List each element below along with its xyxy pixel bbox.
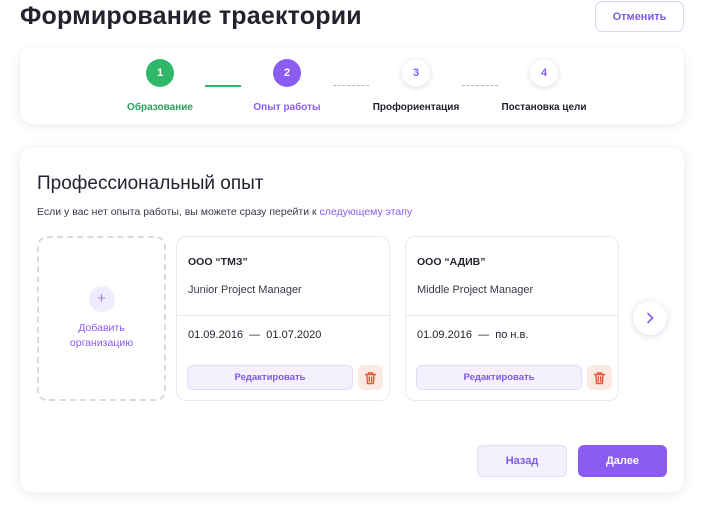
divider xyxy=(177,315,389,316)
section-title: Профессиональный опыт xyxy=(37,173,264,194)
trash-icon xyxy=(364,371,377,384)
next-step-link[interactable]: следующему этапу xyxy=(320,206,413,218)
carousel-next-button[interactable] xyxy=(633,301,667,335)
step-work-experience[interactable]: 2 Опыт работы xyxy=(222,59,352,113)
progress-stepper: 1 Образование 2 Опыт работы 3 Профориент… xyxy=(20,48,684,124)
back-button[interactable]: Назад xyxy=(477,445,567,477)
experience-card: Профессиональный опыт Если у вас нет опы… xyxy=(20,148,684,492)
organization-card: ООО “ТМЗ” Junior Project Manager 01.09.2… xyxy=(176,236,390,401)
delete-button[interactable] xyxy=(358,365,383,390)
delete-button[interactable] xyxy=(587,365,612,390)
section-subtitle: Если у вас нет опыта работы, вы можете с… xyxy=(37,206,412,218)
add-organization-button[interactable]: + Добавить организацию xyxy=(37,236,166,401)
next-button[interactable]: Далее xyxy=(578,445,667,477)
step-number: 4 xyxy=(530,59,558,87)
add-organization-label-line1: Добавить xyxy=(78,322,125,334)
add-organization-label: Добавить организацию xyxy=(70,321,133,351)
add-organization-label-line2: организацию xyxy=(69,337,134,349)
step-goal-setting[interactable]: 4 Постановка цели xyxy=(479,59,609,113)
page-title: Формирование траектории xyxy=(20,2,362,30)
step-number: 2 xyxy=(273,59,301,87)
organization-name: ООО “ТМЗ” xyxy=(188,256,248,268)
subtitle-text: Если у вас нет опыта работы, вы можете с… xyxy=(37,206,320,218)
step-label: Образование xyxy=(127,102,193,113)
edit-button[interactable]: Редактировать xyxy=(416,365,582,390)
step-number: 1 xyxy=(146,59,174,87)
organization-card: ООО “АДИВ” Middle Project Manager 01.09.… xyxy=(405,236,619,401)
step-label: Постановка цели xyxy=(501,102,587,113)
edit-button[interactable]: Редактировать xyxy=(187,365,353,390)
step-label: Профориентация xyxy=(372,102,460,113)
plus-icon: + xyxy=(88,286,115,312)
organization-position: Junior Project Manager xyxy=(188,284,302,296)
organization-name: ООО “АДИВ” xyxy=(417,256,486,268)
divider xyxy=(406,315,618,316)
organization-dates: 01.09.2016 — 01.07.2020 xyxy=(188,329,322,341)
organization-dates: 01.09.2016 — по н.в. xyxy=(417,329,529,341)
step-number: 3 xyxy=(402,59,430,87)
organization-position: Middle Project Manager xyxy=(417,284,534,296)
trash-icon xyxy=(593,371,606,384)
step-label: Опыт работы xyxy=(253,102,321,113)
chevron-right-icon xyxy=(647,312,654,324)
cancel-button[interactable]: Отменить xyxy=(595,1,684,32)
step-career-guidance[interactable]: 3 Профориентация xyxy=(351,59,481,113)
